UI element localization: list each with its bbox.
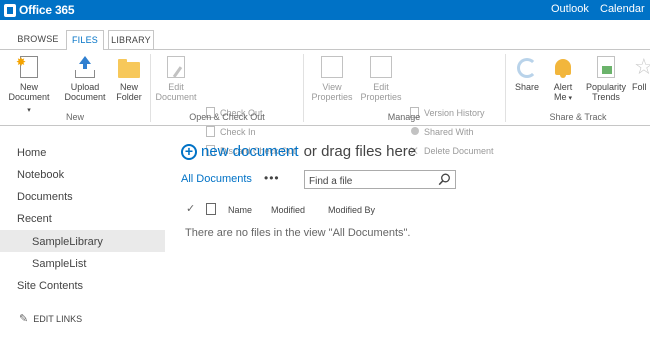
follow-label: Foll bbox=[632, 82, 647, 92]
edit-document-icon bbox=[163, 56, 189, 80]
view-selector-all-documents[interactable]: All Documents bbox=[181, 173, 252, 185]
edit-links-label: EDIT LINKS bbox=[33, 313, 83, 324]
check-in-button[interactable]: Check In bbox=[205, 125, 256, 139]
delete-document-label: Delete Document bbox=[424, 146, 494, 156]
new-folder-label-2: Folder bbox=[116, 92, 142, 102]
popularity-trends-icon bbox=[593, 56, 619, 80]
group-label-manage: Manage bbox=[387, 112, 421, 122]
new-document-icon: ✸ bbox=[16, 56, 42, 80]
ribbon: ✸ New Document ▾ Upload Document New Fol… bbox=[0, 50, 650, 157]
calendar-link[interactable]: Calendar bbox=[600, 3, 645, 15]
file-type-icon bbox=[206, 203, 216, 215]
alert-me-label-2: Me ▾ bbox=[554, 92, 572, 102]
nav-item-documents[interactable]: Documents bbox=[17, 191, 73, 203]
nav-item-recent[interactable]: Recent bbox=[17, 213, 52, 225]
new-folder-button[interactable]: New Folder bbox=[112, 56, 146, 102]
tab-browse[interactable]: BROWSE bbox=[14, 30, 62, 50]
group-label-open-check-out: Open & Check Out bbox=[189, 112, 265, 122]
search-icon[interactable] bbox=[438, 173, 451, 186]
brand-text: Office 365 bbox=[19, 3, 75, 17]
office365-brand[interactable]: Office 365 bbox=[4, 2, 75, 18]
edit-links-button[interactable]: ✎ EDIT LINKS bbox=[19, 312, 82, 325]
view-properties-icon bbox=[319, 56, 345, 80]
edit-properties-icon bbox=[368, 56, 394, 80]
popularity-trends-label-1: Popularity bbox=[585, 82, 627, 92]
ribbon-tab-row: BROWSE FILES LIBRARY bbox=[0, 20, 650, 51]
bell-icon bbox=[550, 56, 576, 80]
column-header-modified-by[interactable]: Modified By bbox=[328, 205, 375, 215]
view-properties-label-1: View bbox=[322, 82, 342, 92]
follow-button[interactable]: ☆ Foll bbox=[632, 56, 650, 92]
folder-icon bbox=[116, 56, 142, 80]
nav-item-notebook[interactable]: Notebook bbox=[17, 169, 64, 181]
suite-bar: Office 365 Outlook Calendar bbox=[0, 0, 650, 20]
group-label-new: New bbox=[65, 112, 84, 122]
upload-icon bbox=[72, 56, 98, 80]
nav-item-samplelibrary[interactable]: SampleLibrary bbox=[32, 236, 103, 248]
nav-item-site-contents[interactable]: Site Contents bbox=[17, 280, 83, 292]
shared-with-label: Shared With bbox=[424, 127, 474, 137]
check-in-label: Check In bbox=[220, 127, 256, 137]
new-document-label-1: New bbox=[19, 82, 38, 92]
star-icon: ☆ bbox=[634, 56, 650, 79]
new-document-bar: + new document or drag files here bbox=[181, 143, 416, 160]
upload-document-button[interactable]: Upload Document bbox=[60, 56, 110, 102]
popularity-trends-label-2: Trends bbox=[592, 92, 620, 102]
outlook-link[interactable]: Outlook bbox=[551, 3, 589, 15]
tab-library[interactable]: LIBRARY bbox=[108, 30, 154, 50]
find-a-file-search[interactable] bbox=[304, 170, 456, 190]
upload-label-2: Document bbox=[64, 92, 106, 102]
column-header-modified[interactable]: Modified bbox=[271, 205, 305, 215]
column-header-name[interactable]: Name bbox=[228, 205, 252, 215]
new-document-link[interactable]: new document bbox=[201, 143, 299, 160]
nav-item-home[interactable]: Home bbox=[17, 147, 46, 159]
edit-document-label-2: Document bbox=[155, 92, 197, 102]
share-button[interactable]: Share bbox=[511, 56, 543, 92]
plus-circle-icon[interactable]: + bbox=[181, 143, 197, 160]
alert-me-button[interactable]: Alert Me ▾ bbox=[546, 56, 580, 104]
edit-properties-label-2: Properties bbox=[360, 92, 402, 102]
select-all-checkmark-icon[interactable]: ✓ bbox=[186, 202, 195, 215]
new-folder-label-1: New bbox=[119, 82, 138, 92]
empty-view-message: There are no files in the view "All Docu… bbox=[185, 227, 411, 239]
pencil-icon: ✎ bbox=[19, 313, 29, 325]
view-properties-button[interactable]: View Properties bbox=[308, 56, 356, 102]
edit-document-label-1: Edit bbox=[168, 82, 184, 92]
delete-document-button[interactable]: ✕ Delete Document bbox=[409, 144, 494, 158]
office-logo-icon bbox=[4, 3, 16, 17]
check-in-icon bbox=[205, 126, 217, 138]
drag-files-hint: or drag files here bbox=[303, 143, 417, 160]
shared-with-button[interactable]: Shared With bbox=[409, 125, 474, 139]
alert-me-label-1: Alert bbox=[553, 82, 573, 92]
new-document-button[interactable]: ✸ New Document ▾ bbox=[6, 56, 52, 116]
edit-properties-button[interactable]: Edit Properties bbox=[357, 56, 405, 102]
group-label-share-track: Share & Track bbox=[549, 112, 607, 122]
upload-label-1: Upload bbox=[70, 82, 100, 92]
tab-files[interactable]: FILES bbox=[66, 30, 104, 51]
more-options-ellipsis[interactable]: ••• bbox=[264, 171, 280, 185]
nav-item-samplelist[interactable]: SampleList bbox=[32, 258, 86, 270]
share-icon bbox=[514, 56, 540, 80]
search-input[interactable] bbox=[305, 173, 433, 190]
share-label: Share bbox=[514, 82, 540, 92]
edit-properties-label-1: Edit bbox=[373, 82, 389, 92]
view-properties-label-2: Properties bbox=[311, 92, 353, 102]
edit-document-button[interactable]: Edit Document bbox=[153, 56, 199, 102]
popularity-trends-button[interactable]: Popularity Trends bbox=[581, 56, 631, 102]
shared-with-icon bbox=[409, 126, 421, 138]
